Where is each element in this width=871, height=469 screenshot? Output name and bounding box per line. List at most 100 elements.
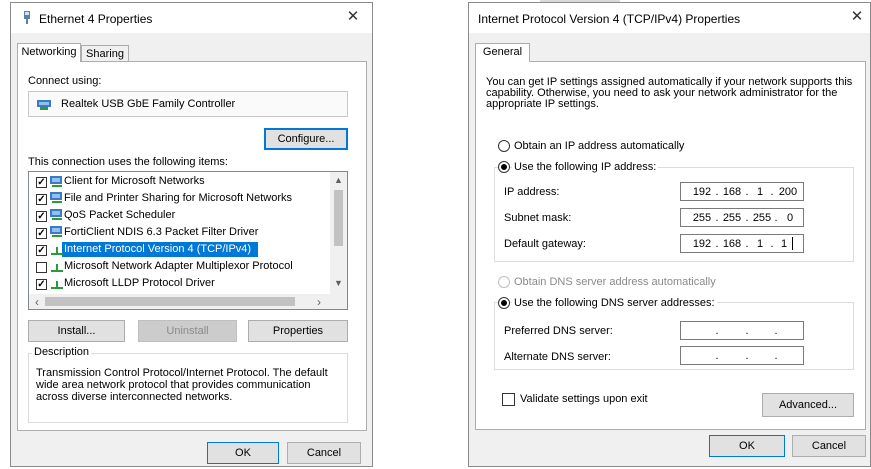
subnet-octet-2: 255	[722, 212, 742, 224]
gateway-octet-1: 192	[692, 238, 712, 250]
scroll-up-icon[interactable]: ▲	[330, 175, 347, 185]
ip-dot: .	[745, 325, 749, 337]
cancel-button-label: Cancel	[811, 440, 847, 452]
cancel-button[interactable]: Cancel	[287, 442, 361, 464]
ip-dot: .	[745, 350, 749, 362]
validate-checkbox[interactable]	[502, 393, 515, 406]
item-checkbox-lldp[interactable]: ✓	[36, 279, 47, 290]
adapter-icon	[24, 11, 30, 24]
ok-button[interactable]: OK	[709, 435, 785, 457]
item-checkbox-forticlient[interactable]: ✓	[36, 228, 47, 239]
properties-button[interactable]: Properties	[248, 320, 348, 342]
tab-networking-label: Networking	[21, 46, 77, 58]
preferred-dns-label: Preferred DNS server:	[504, 325, 613, 337]
network-service-icon	[50, 192, 62, 203]
close-icon[interactable]: ✕	[344, 8, 362, 26]
subnet-octet-3: 255	[752, 212, 772, 224]
ipv4-properties-dialog: Internet Protocol Version 4 (TCP/IPv4) P…	[468, 2, 871, 467]
item-checkbox-file-sharing[interactable]: ✓	[36, 194, 47, 205]
dialog-title: Ethernet 4 Properties	[39, 12, 153, 26]
item-checkbox-client[interactable]: ✓	[36, 177, 47, 188]
horizontal-scrollbar[interactable]: ‹ ›	[29, 294, 347, 309]
ip-dot: .	[715, 238, 719, 250]
ip-octet-2: 168	[722, 186, 742, 198]
ok-button-label: OK	[235, 447, 251, 459]
protocol-icon	[51, 281, 63, 289]
validate-label: Validate settings upon exit	[520, 393, 648, 405]
title-bar: Ethernet 4 Properties ✕	[11, 3, 372, 33]
description-text: Transmission Control Protocol/Internet P…	[36, 367, 328, 403]
gateway-octet-3: 1	[756, 238, 764, 250]
obtain-dns-auto-radio	[498, 276, 510, 288]
default-gateway-label: Default gateway:	[504, 238, 586, 250]
alternate-dns-label: Alternate DNS server:	[504, 351, 611, 363]
item-checkbox-qos[interactable]: ✓	[36, 211, 47, 222]
ip-octet-3: 1	[756, 186, 764, 198]
connect-using-label: Connect using:	[28, 75, 102, 87]
default-gateway-input[interactable]: 192 . 168 . 1 . 1	[680, 234, 804, 253]
dialog-title: Internet Protocol Version 4 (TCP/IPv4) P…	[478, 12, 741, 26]
ip-octet-1: 192	[692, 186, 712, 198]
description-label: Description	[32, 346, 92, 358]
use-following-dns-label: Use the following DNS server addresses:	[512, 297, 717, 309]
subnet-octet-4: 0	[786, 212, 794, 224]
items-list[interactable]: ✓ Client for Microsoft Networks ✓ File a…	[28, 171, 348, 310]
advanced-button[interactable]: Advanced...	[762, 393, 854, 417]
ip-address-label: IP address:	[504, 186, 560, 198]
subnet-mask-label: Subnet mask:	[504, 212, 572, 224]
title-bar: Internet Protocol Version 4 (TCP/IPv4) P…	[469, 3, 870, 33]
item-checkbox-multiplexor[interactable]	[36, 262, 47, 273]
install-button[interactable]: Install...	[28, 320, 125, 342]
close-icon[interactable]: ✕	[848, 8, 866, 26]
scroll-left-icon[interactable]: ‹	[31, 295, 43, 309]
scroll-right-icon[interactable]: ›	[313, 295, 325, 309]
list-item: File and Printer Sharing for Microsoft N…	[64, 192, 293, 204]
properties-button-label: Properties	[272, 325, 324, 337]
network-client-icon	[50, 176, 62, 187]
ip-dot: .	[715, 325, 719, 337]
list-item: Client for Microsoft Networks	[64, 175, 205, 187]
horizontal-scroll-thumb[interactable]	[45, 297, 295, 306]
uninstall-button-label: Uninstall	[166, 325, 209, 337]
protocol-icon	[51, 264, 63, 272]
uninstall-button: Uninstall	[138, 320, 237, 342]
cancel-button-label: Cancel	[306, 447, 342, 459]
adapter-field: Realtek USB GbE Family Controller	[28, 91, 348, 117]
intro-text: You can get IP settings assigned automat…	[486, 76, 853, 110]
ip-dot: .	[774, 350, 778, 362]
list-item: Microsoft LLDP Protocol Driver	[64, 277, 215, 289]
gateway-octet-2: 168	[722, 238, 742, 250]
ip-dot: .	[774, 325, 778, 337]
tab-general[interactable]: General	[475, 43, 530, 62]
ip-dot: .	[770, 186, 774, 198]
preferred-dns-input[interactable]: . . .	[680, 321, 804, 340]
use-following-ip-label: Use the following IP address:	[512, 161, 659, 173]
network-service-icon	[50, 226, 62, 237]
ok-button[interactable]: OK	[207, 442, 279, 464]
scroll-down-icon[interactable]: ▼	[330, 278, 347, 288]
vertical-scroll-thumb[interactable]	[334, 190, 343, 246]
vertical-scrollbar[interactable]: ▲ ▼	[330, 172, 347, 294]
alternate-dns-input[interactable]: . . .	[680, 346, 804, 365]
ip-octet-4: 200	[778, 186, 798, 198]
tab-sharing[interactable]: Sharing	[81, 45, 129, 62]
use-following-ip-radio[interactable]	[498, 161, 510, 173]
install-button-label: Install...	[57, 325, 96, 337]
advanced-button-label: Advanced...	[778, 399, 838, 411]
configure-button-label: Configure...	[277, 133, 335, 145]
tab-sharing-label: Sharing	[86, 48, 124, 60]
network-adapter-icon	[37, 100, 51, 110]
obtain-dns-auto-label: Obtain DNS server address automatically	[514, 276, 716, 288]
item-checkbox-ipv4[interactable]: ✓	[36, 245, 47, 256]
subnet-mask-input[interactable]: 255 . 255 . 255 . 0	[680, 208, 804, 227]
list-item: Microsoft Network Adapter Multiplexor Pr…	[64, 260, 293, 272]
obtain-ip-auto-radio[interactable]	[498, 140, 510, 152]
ethernet-properties-dialog: Ethernet 4 Properties ✕ Networking Shari…	[10, 2, 373, 467]
ip-dot: .	[745, 212, 749, 224]
configure-button[interactable]: Configure...	[264, 128, 348, 150]
use-following-dns-radio[interactable]	[498, 297, 510, 309]
obtain-ip-auto-label: Obtain an IP address automatically	[514, 140, 685, 152]
tab-networking[interactable]: Networking	[17, 43, 81, 62]
ip-address-input[interactable]: 192 . 168 . 1 . 200	[680, 182, 804, 201]
cancel-button[interactable]: Cancel	[792, 435, 866, 457]
